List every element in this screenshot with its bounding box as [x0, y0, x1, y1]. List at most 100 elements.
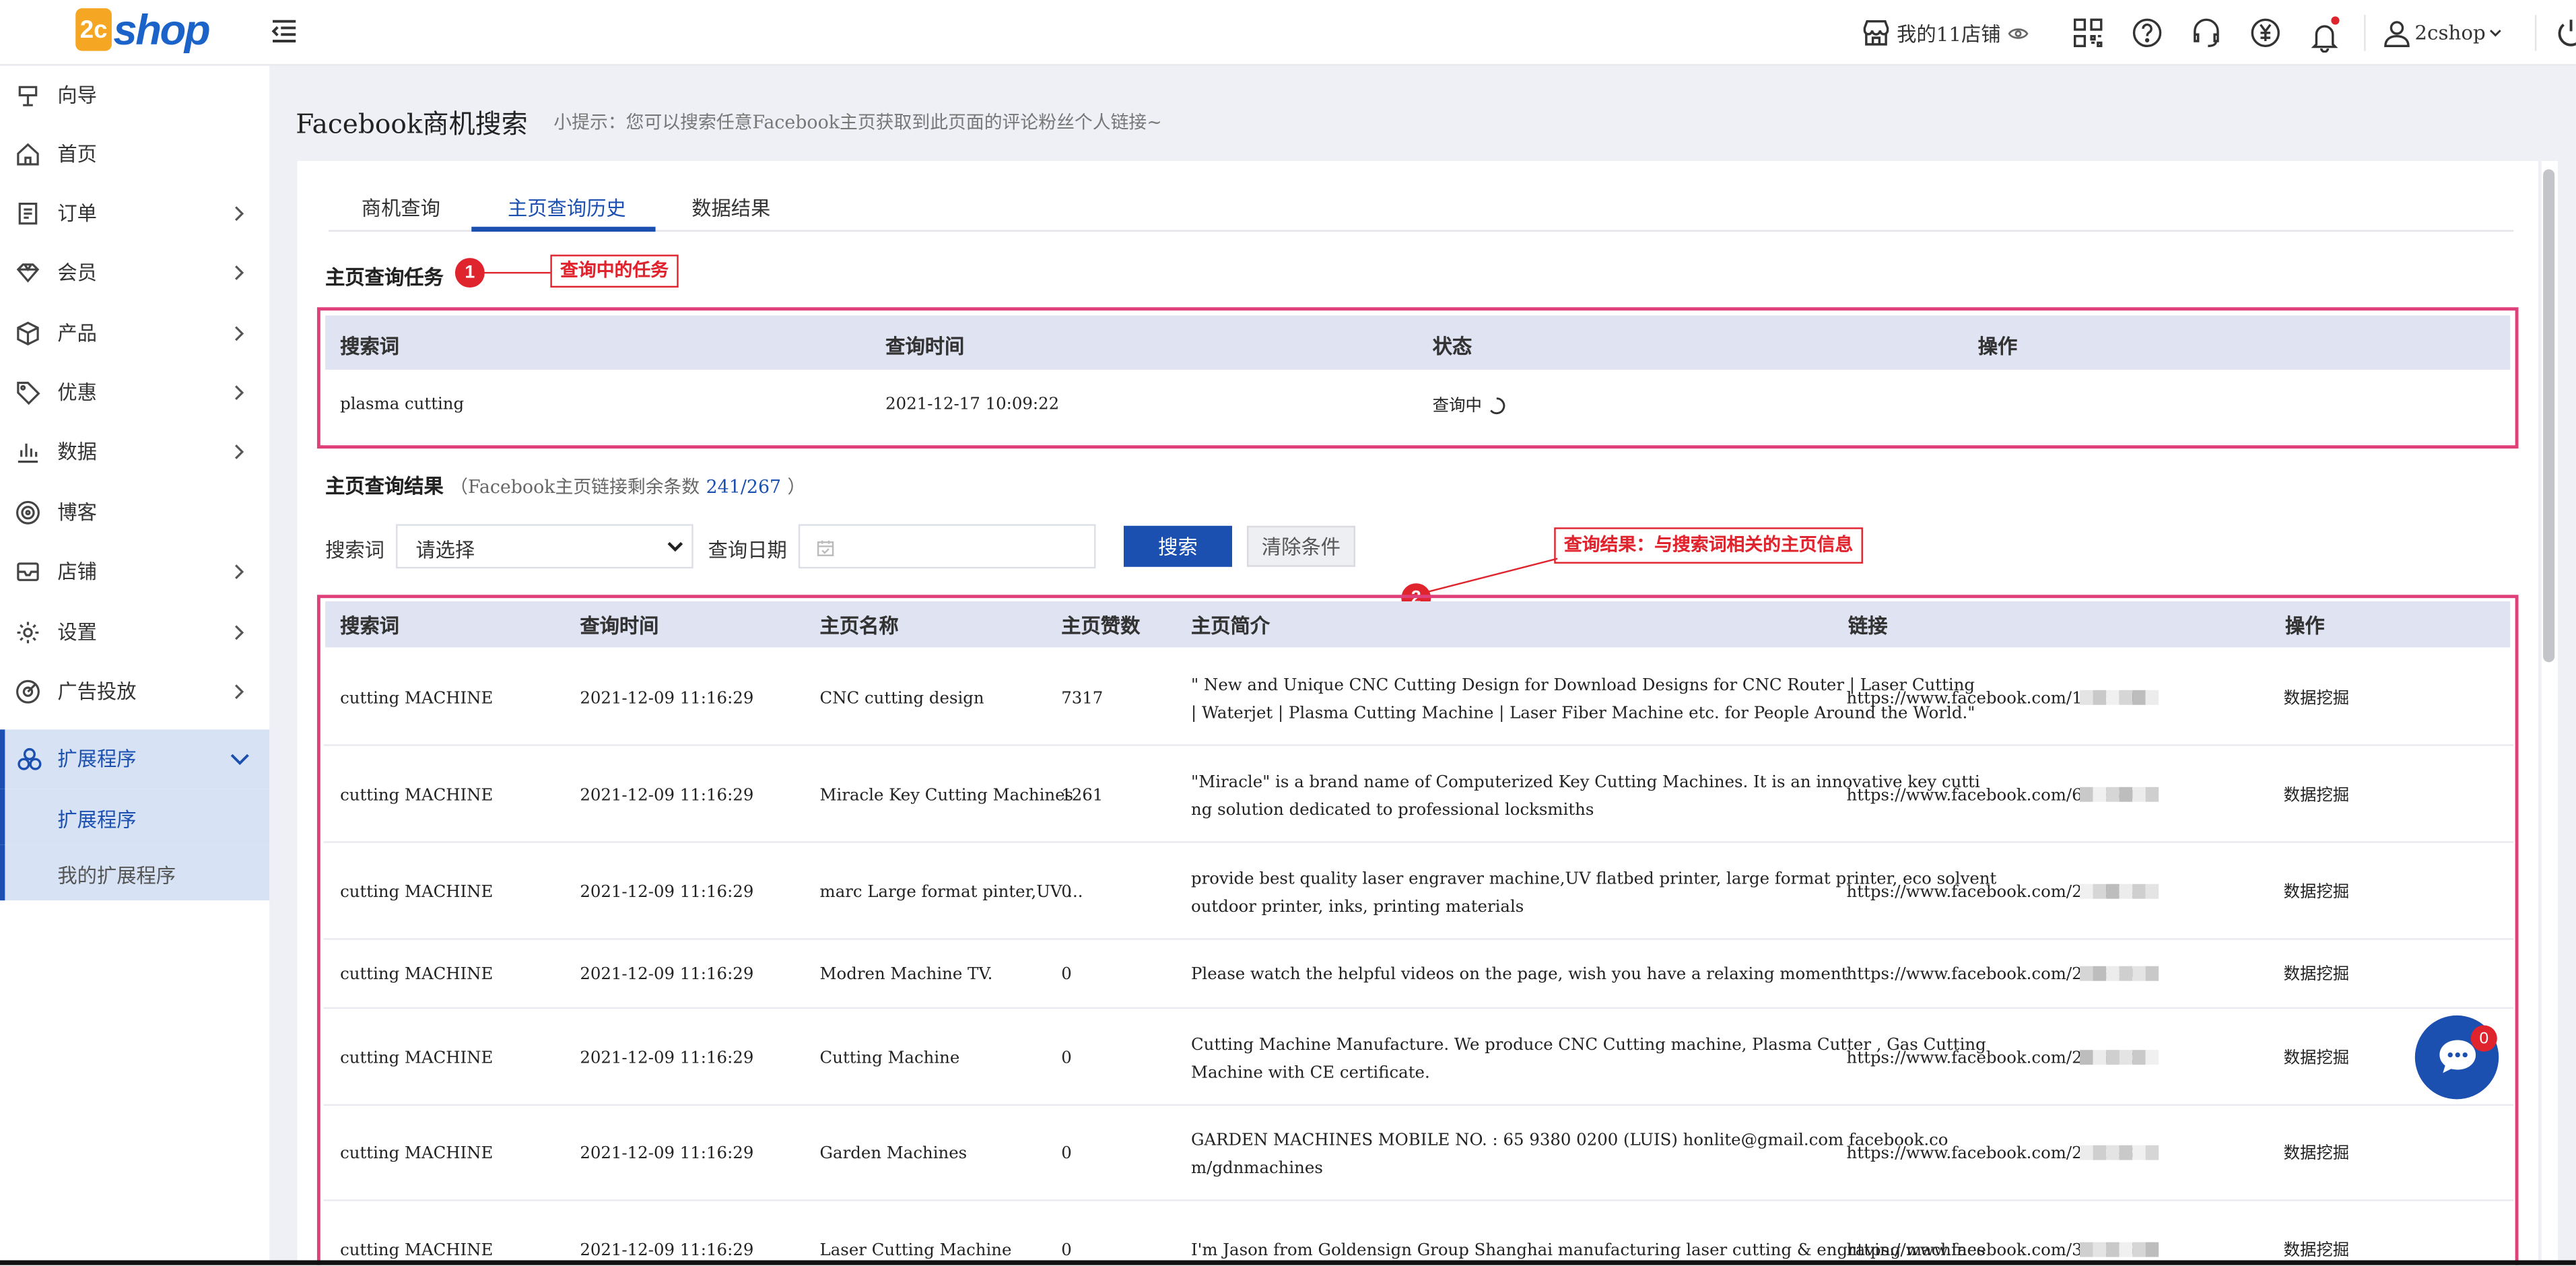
data-mining-link[interactable]: 数据挖掘	[2284, 1140, 2350, 1168]
sidebar-item-label: 首页	[57, 143, 97, 166]
header-actions: 我的11店铺 2cshop	[1860, 0, 2576, 66]
eye-icon[interactable]	[2007, 26, 2029, 40]
row-page-name: CNC cutting design	[819, 690, 984, 708]
store-switcher[interactable]: 我的11店铺	[1860, 18, 2029, 48]
sidebar-item-label: 订单	[57, 202, 97, 226]
sidebar-item-coupons[interactable]: 优惠	[0, 363, 269, 422]
data-mining-link[interactable]: 数据挖掘	[2284, 1044, 2350, 1072]
sidebar-item-settings[interactable]: 设置	[0, 603, 269, 662]
sidebar-item-orders[interactable]: 订单	[0, 184, 269, 243]
extension-icon	[18, 747, 42, 770]
task-section-title: 主页查询任务	[325, 266, 444, 290]
sidebar-item-home[interactable]: 首页	[0, 125, 269, 184]
window-bottom-edge	[0, 1260, 2576, 1265]
chat-button[interactable]: 0	[2414, 1015, 2499, 1100]
data-mining-link[interactable]: 数据挖掘	[2284, 961, 2350, 989]
results-quota-count: 241/267	[706, 476, 782, 498]
power-icon[interactable]	[2553, 15, 2576, 51]
app-root: 2c shop 我的11店铺 2cshop 向导 首页 订单 会员 产品 优惠 …	[0, 0, 2576, 1265]
redaction-mosaic	[2080, 966, 2159, 981]
sidebar-item-members[interactable]: 会员	[0, 243, 269, 302]
row-page-intro: outdoor printer, inks, printing material…	[1191, 898, 1524, 917]
sidebar-item-ads[interactable]: 广告投放	[0, 662, 269, 721]
menu-collapse-icon[interactable]	[269, 16, 299, 46]
sidebar-item-guide[interactable]: 向导	[0, 66, 269, 125]
row-query-time: 2021-12-09 11:16:29	[580, 690, 754, 708]
notification-button[interactable]	[2308, 16, 2341, 53]
coupon-icon	[17, 381, 40, 405]
results-quota-suffix: ）	[787, 476, 806, 498]
sidebar-item-data[interactable]: 数据	[0, 422, 269, 481]
column-header: 链接	[1848, 614, 1888, 638]
user-menu[interactable]: 2cshop	[2382, 18, 2503, 48]
header-divider	[2534, 14, 2537, 51]
column-header: 操作	[2285, 614, 2325, 638]
data-mining-link[interactable]: 数据挖掘	[2284, 878, 2350, 906]
sidebar-subitem-my-extensions[interactable]: 我的扩展程序	[0, 844, 270, 901]
sidebar-item-products[interactable]: 产品	[0, 304, 269, 363]
store-icon	[1862, 20, 1889, 46]
row-page-name: marc Large format pinter,UV ...	[819, 883, 1083, 902]
column-header: 主页简介	[1191, 614, 1270, 638]
chevron-down-icon	[230, 754, 249, 766]
row-query-time: 2021-12-09 11:16:29	[580, 1048, 754, 1067]
search-button[interactable]: 搜索	[1123, 525, 1232, 567]
date-picker-input[interactable]	[798, 524, 1096, 569]
calendar-icon	[817, 540, 834, 556]
customer-service-icon[interactable]	[2190, 16, 2223, 49]
guide-icon	[18, 86, 38, 106]
row-page-name: Garden Machines	[819, 1145, 968, 1164]
tab-opportunity-query[interactable]: 商机查询	[362, 194, 440, 222]
chevron-right-icon	[235, 326, 244, 341]
row-page-likes: 7317	[1061, 690, 1104, 708]
scrollbar[interactable]	[2541, 161, 2558, 1265]
qr-code-icon[interactable]	[2071, 16, 2104, 49]
logo[interactable]: 2c shop	[75, 4, 211, 54]
annotation-marker-1: 1	[454, 258, 485, 288]
redaction-mosaic	[2080, 786, 2159, 801]
task-table-header: 搜索词 查询时间 状态 操作	[325, 315, 2511, 370]
sidebar-subitem-extensions[interactable]: 扩展程序	[0, 789, 270, 845]
chat-unread-badge: 0	[2470, 1025, 2497, 1052]
data-mining-link[interactable]: 数据挖掘	[2284, 781, 2350, 809]
row-query-time: 2021-12-09 11:16:29	[580, 786, 754, 805]
sidebar-item-blog[interactable]: 博客	[0, 483, 269, 542]
data-mining-link[interactable]: 数据挖掘	[2284, 685, 2350, 712]
annotation-connector	[483, 271, 552, 274]
sidebar-item-label: 广告投放	[57, 680, 137, 704]
task-keyword: plasma cutting	[340, 396, 465, 414]
shop-icon	[17, 562, 39, 581]
row-keyword: cutting MACHINE	[340, 883, 494, 902]
chevron-right-icon	[235, 265, 244, 280]
chevron-right-icon	[235, 625, 244, 640]
row-keyword: cutting MACHINE	[340, 966, 494, 985]
chevron-right-icon	[235, 684, 244, 700]
row-page-intro: GARDEN MACHINES MOBILE NO. : 65 9380 020…	[1191, 1132, 1948, 1150]
sidebar-item-label: 扩展程序	[57, 747, 137, 771]
date-filter-label: 查询日期	[708, 539, 787, 562]
sidebar-item-label: 向导	[57, 84, 97, 107]
sidebar-item-label: 博客	[57, 501, 97, 525]
keyword-select[interactable]: 请选择	[396, 524, 693, 569]
scrollbar-thumb[interactable]	[2543, 169, 2555, 663]
sidebar-item-extensions[interactable]: 扩展程序	[0, 729, 270, 789]
row-page-likes: 0	[1061, 883, 1072, 902]
page-title: Facebook商机搜索	[296, 108, 528, 140]
member-icon	[16, 263, 40, 283]
results-section-heading: 主页查询结果 （Facebook主页链接剩余条数 241/267 ）	[325, 471, 805, 499]
sidebar: 向导 首页 订单 会员 产品 优惠 数据 博客 店铺 设置 广告投放 扩展程序 …	[0, 65, 270, 1265]
annotation-connector	[1415, 558, 1558, 596]
row-page-intro: Please watch the helpful videos on the p…	[1191, 966, 1848, 985]
logo-text: shop	[113, 4, 210, 54]
loading-spinner-icon	[1490, 397, 1505, 415]
clear-filters-button[interactable]: 清除条件	[1246, 525, 1355, 567]
sidebar-item-label: 设置	[57, 621, 97, 644]
help-icon[interactable]	[2130, 16, 2163, 49]
currency-icon[interactable]	[2249, 16, 2282, 49]
tab-query-history[interactable]: 主页查询历史	[508, 194, 626, 222]
redaction-mosaic	[2080, 1242, 2159, 1257]
tab-data-results[interactable]: 数据结果	[691, 194, 770, 222]
task-status: 查询中	[1432, 397, 1482, 416]
sidebar-item-shop[interactable]: 店铺	[0, 542, 269, 601]
home-icon	[17, 143, 39, 166]
